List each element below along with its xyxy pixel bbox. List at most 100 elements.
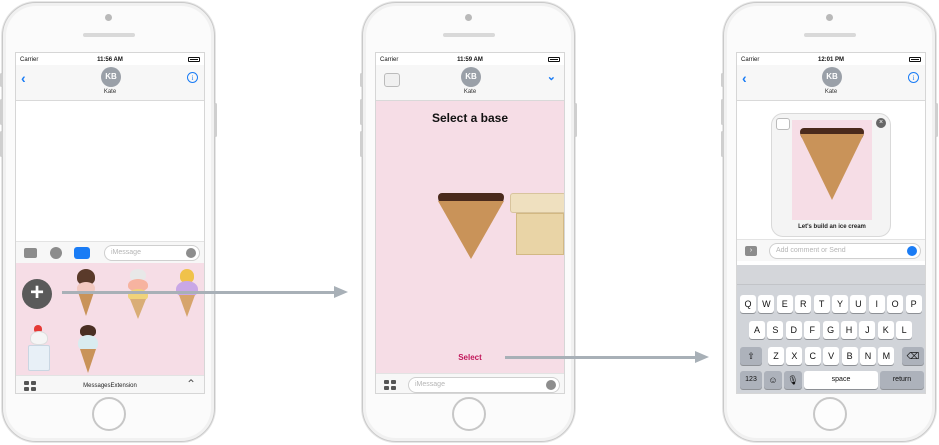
conversation-header: ‹ KB Kate i [16,65,204,101]
key-u[interactable]: U [850,295,867,313]
contact-name: Kate [103,89,117,95]
key-s[interactable]: S [767,321,784,339]
contact-name: Kate [463,89,477,95]
clock: 11:56 AM [97,57,123,63]
info-icon[interactable]: i [908,72,919,83]
collapse-chevron-icon[interactable]: ⌄ [547,70,556,83]
app-store-icon[interactable] [74,247,90,259]
add-sticker-button[interactable]: + [22,279,52,309]
avatar[interactable]: KB [822,67,842,87]
key-i[interactable]: I [868,295,885,313]
page-title: Select a base [431,111,509,125]
delete-key-icon[interactable]: ⌫ [902,347,924,365]
clock: 12:01 PM [817,57,844,63]
phone-3: Carrier 12:01 PM ‹ KB Kate i × Let's bui… [721,2,938,442]
mic-icon[interactable] [546,380,556,390]
conversation-header: KB Kate ⌄ [376,65,564,101]
camera-icon[interactable] [24,248,37,258]
base-option-waffle-cone[interactable] [438,193,504,263]
speaker [83,33,135,37]
key-y[interactable]: Y [832,295,848,313]
sticker-rainbow-cone[interactable] [124,269,152,319]
digital-touch-icon[interactable] [50,247,62,259]
extension-icon[interactable] [384,73,400,87]
phone-2: Carrier 11:59 AM KB Kate ⌄ Select a base [360,2,577,442]
screen-1: Carrier 11:56 AM ‹ KB Kate i iMessage + … [15,52,205,394]
comment-input[interactable]: Add comment or Send [769,243,921,259]
key-a[interactable]: A [749,321,765,339]
home-button[interactable] [813,397,847,431]
numbers-key[interactable]: 123 [740,371,762,389]
sticker-sundae[interactable] [26,325,52,373]
sticker-drawer: + MessagesExtension ⌃ [16,263,204,393]
conversation-header: ‹ KB Kate i [737,65,925,101]
flow-arrow-2 [505,356,697,359]
key-x[interactable]: X [786,347,803,365]
clock: 11:59 AM [457,57,483,63]
base-option-cup-cone[interactable] [510,193,564,259]
phone-1: Carrier 11:56 AM ‹ KB Kate i iMessage + … [0,2,217,442]
message-input[interactable]: iMessage [104,245,200,261]
screen-3: Carrier 12:01 PM ‹ KB Kate i × Let's bui… [736,52,926,394]
return-key[interactable]: return [880,371,924,389]
flow-arrow-1-head [334,286,348,298]
key-f[interactable]: F [804,321,821,339]
key-m[interactable]: M [878,347,895,365]
key-o[interactable]: O [887,295,904,313]
flow-arrow-1 [62,291,336,294]
key-h[interactable]: H [841,321,857,339]
screen-2: Carrier 11:59 AM KB Kate ⌄ Select a base [375,52,565,394]
avatar[interactable]: KB [101,67,121,87]
drawer-bar: MessagesExtension ⌃ [16,375,204,393]
bubble-caption: Let's build an ice cream [798,224,866,230]
expand-icon[interactable]: › [745,246,757,256]
speaker [443,33,495,37]
home-button[interactable] [452,397,486,431]
key-b[interactable]: B [841,347,858,365]
send-icon[interactable] [907,246,917,256]
key-c[interactable]: C [804,347,821,365]
key-k[interactable]: K [877,321,894,339]
app-grid-icon[interactable] [384,380,396,390]
predictive-bar [737,265,925,285]
key-w[interactable]: W [758,295,775,313]
front-camera [105,14,112,21]
battery-icon [188,57,200,62]
chevron-up-icon[interactable]: ⌃ [186,377,196,391]
remove-icon[interactable]: × [876,118,886,128]
key-v[interactable]: V [823,347,840,365]
key-q[interactable]: Q [740,295,756,313]
key-z[interactable]: Z [768,347,784,365]
key-l[interactable]: L [896,321,913,339]
space-key[interactable]: space [804,371,878,389]
key-t[interactable]: T [813,295,830,313]
mic-key-icon[interactable]: 🎙 [784,371,802,389]
back-chevron-icon[interactable]: ‹ [21,70,26,86]
contact-name: Kate [824,89,838,95]
key-e[interactable]: E [776,295,793,313]
key-j[interactable]: J [859,321,876,339]
message-bubble[interactable]: × Let's build an ice cream [771,113,891,237]
mic-icon[interactable] [186,248,196,258]
info-icon[interactable]: i [187,72,198,83]
extension-canvas: Select a base Select [376,101,564,373]
front-camera [465,14,472,21]
key-r[interactable]: R [795,295,812,313]
bubble-image [792,120,872,220]
avatar[interactable]: KB [461,67,481,87]
back-chevron-icon[interactable]: ‹ [742,70,747,86]
emoji-key-icon[interactable]: ☺ [764,371,782,389]
key-p[interactable]: P [905,295,922,313]
key-g[interactable]: G [822,321,839,339]
compose-bar: › Add comment or Send [737,239,925,261]
battery-icon [909,57,921,62]
key-d[interactable]: D [785,321,802,339]
home-button[interactable] [92,397,126,431]
front-camera [826,14,833,21]
flow-stage: Carrier 11:56 AM ‹ KB Kate i iMessage + … [0,0,939,445]
shift-key-icon[interactable]: ⇧ [740,347,762,365]
sticker-mint-cone[interactable] [76,325,100,375]
flow-arrow-2-head [695,351,709,363]
message-input[interactable]: iMessage [408,377,560,393]
key-n[interactable]: N [860,347,876,365]
